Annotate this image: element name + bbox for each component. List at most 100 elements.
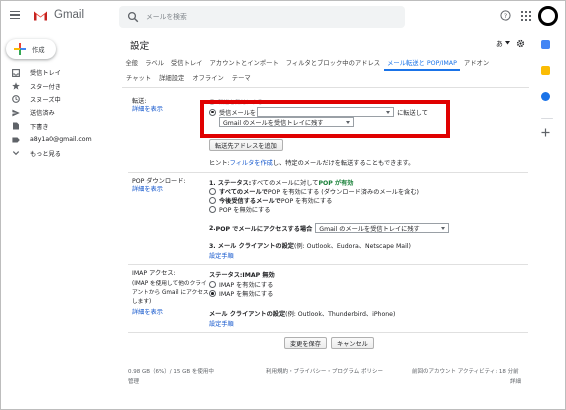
tab-general[interactable]: 全般	[122, 56, 142, 71]
tabs-row-1: 全般 ラベル 受信トレイ アカウントとインポート フィルタとブロック中のアドレス…	[122, 56, 529, 71]
search-icon[interactable]	[127, 11, 139, 23]
add-addon-icon[interactable]	[541, 128, 550, 137]
tab-themes[interactable]: テーマ	[228, 71, 255, 87]
plus-icon	[14, 43, 26, 55]
gear-icon[interactable]	[516, 39, 525, 48]
imap-disable-radio[interactable]	[209, 290, 216, 297]
tab-labels[interactable]: ラベル	[142, 56, 168, 71]
caret-down-icon	[441, 226, 446, 230]
pop-option-new[interactable]: 今後受信するメールで POP を有効にする	[209, 196, 332, 205]
manage-storage-link[interactable]: 管理	[128, 377, 139, 385]
pop-opt2-bold: 今後受信するメールで	[219, 198, 281, 205]
chevron-down-icon	[12, 149, 20, 157]
settings-tabs: 全般 ラベル 受信トレイ アカウントとインポート フィルタとブロック中のアドレス…	[122, 56, 529, 88]
tab-offline[interactable]: オフライン	[188, 71, 227, 87]
pop-status-value: POP が有効	[318, 180, 354, 187]
activity-details-link[interactable]: 詳細	[510, 377, 521, 385]
sidebar-item-snoozed[interactable]: スヌーズ中	[0, 93, 118, 106]
section-divider	[128, 172, 528, 173]
sidebar-item-label: 下書き	[30, 123, 49, 131]
svg-text:?: ?	[504, 12, 507, 20]
cancel-button[interactable]: キャンセル	[330, 337, 374, 349]
imap-status-prefix: ステータス:	[209, 272, 243, 279]
add-forwarding-address-button[interactable]: 転送先アドレスを追加	[209, 139, 283, 151]
terms-privacy-links[interactable]: 利用規約・プライバシー・プログラム ポリシー	[266, 367, 383, 375]
pop-opt1-rest: POP を有効にする (ダウンロード済みのメールを含む)	[267, 189, 419, 196]
hamburger-menu-icon[interactable]	[10, 11, 20, 20]
create-filter-link[interactable]: フィルタを作成	[230, 158, 273, 167]
pop-disable-radio[interactable]	[209, 206, 216, 213]
imap-desc-2: アントから Gmail にアクセス	[132, 290, 209, 296]
tab-chat[interactable]: チャット	[122, 71, 155, 87]
pop-setup-row: 設定手順	[209, 251, 234, 260]
pop-new-radio[interactable]	[209, 197, 216, 204]
pop-option-disable[interactable]: POP を無効にする	[209, 205, 271, 214]
sidebar-item-label: もっと見る	[30, 150, 61, 158]
imap-client-rest: (例: Outlook、Thunderbird、iPhone)	[285, 311, 396, 318]
hint-suffix: し、特定のメールだけを転送することもできます。	[272, 160, 415, 167]
pop-setup-link[interactable]: 設定手順	[209, 251, 234, 260]
pop-opt1-bold: すべてのメールで	[219, 189, 268, 196]
sidebar-item-label: 受信トレイ	[30, 70, 61, 78]
star-icon	[12, 82, 20, 90]
gmail-logo-icon[interactable]	[33, 10, 48, 21]
page-title: 設定	[130, 41, 150, 52]
imap-client-bold: メール クライアントの設定	[209, 311, 286, 318]
pop-status-mid: すべてのメールに対して	[251, 180, 319, 187]
language-input-selector[interactable]: あ	[496, 38, 525, 48]
pop-all-radio[interactable]	[209, 188, 216, 195]
imap-enable-text: IMAP を有効にする	[219, 282, 274, 289]
forwarding-learn-more-link[interactable]: 詳細を表示	[132, 106, 163, 114]
pop-action-select[interactable]: Gmail のメールを受信トレイに残す	[315, 223, 450, 233]
sidebar-item-account-label[interactable]: a8y1a0@gmail.com	[0, 133, 118, 146]
save-changes-button[interactable]: 変更を保存	[284, 337, 327, 349]
tab-filters-blocked[interactable]: フィルタとブロック中のアドレス	[282, 56, 383, 71]
tabs-row-2: チャット 詳細設定 オフライン テーマ	[122, 71, 529, 87]
tab-addons[interactable]: アドオン	[460, 56, 492, 71]
imap-learn-more-link[interactable]: 詳細を表示	[132, 309, 163, 317]
side-panel-rail	[541, 40, 553, 139]
calendar-icon[interactable]	[541, 40, 550, 49]
help-icon[interactable]: ?	[500, 10, 511, 21]
imap-setup-row: 設定手順	[209, 319, 234, 328]
storage-usage: 0.98 GB（6%）/ 15 GB を使用中	[128, 369, 214, 375]
pop-option-all[interactable]: すべてのメールで POP を有効にする (ダウンロード済みのメールを含む)	[209, 187, 419, 196]
tasks-icon[interactable]	[541, 92, 550, 101]
hint-prefix: ヒント:	[209, 160, 230, 167]
imap-status-value: IMAP 無効	[242, 272, 275, 279]
sidebar-item-drafts[interactable]: 下書き	[0, 120, 118, 133]
imap-enable-radio[interactable]	[209, 281, 216, 288]
imap-disable-text: IMAP を無効にする	[219, 291, 274, 298]
sidebar-item-starred[interactable]: スター付き	[0, 79, 118, 92]
sidebar-nav: 受信トレイ スター付き スヌーズ中 送信済み 下書き a8y1a0@gmail.…	[0, 66, 118, 160]
keep-icon[interactable]	[541, 66, 550, 75]
account-avatar[interactable]	[538, 6, 558, 26]
form-actions: 変更を保存 キャンセル	[284, 337, 374, 349]
tab-advanced[interactable]: 詳細設定	[155, 71, 188, 87]
tab-inbox[interactable]: 受信トレイ	[167, 56, 205, 71]
imap-setup-link[interactable]: 設定手順	[209, 319, 234, 328]
search-bar	[119, 6, 405, 28]
section-divider	[128, 332, 528, 333]
pop-step3-bold: 3. メール クライアントの設定	[209, 243, 294, 250]
last-activity: 前回のアカウント アクティビティ: 18 分前	[412, 369, 519, 375]
inbox-icon	[12, 68, 20, 77]
search-input[interactable]	[146, 9, 386, 25]
pop-step2: 2. POP でメールにアクセスする場合 Gmail のメールを受信トレイに残す	[209, 223, 450, 233]
imap-label: IMAP アクセス:	[132, 270, 176, 277]
sidebar-item-label: a8y1a0@gmail.com	[30, 136, 92, 144]
draft-icon	[12, 122, 20, 130]
apps-grid-icon[interactable]	[521, 11, 531, 21]
sidebar-item-inbox[interactable]: 受信トレイ	[0, 66, 118, 79]
app-name: Gmail	[54, 9, 85, 21]
imap-option-disable[interactable]: IMAP を無効にする	[209, 289, 273, 298]
imap-status: ステータス: IMAP 無効	[209, 270, 275, 279]
tab-forwarding-pop-imap[interactable]: メール転送と POP/IMAP	[383, 56, 461, 71]
tab-accounts-import[interactable]: アカウントとインポート	[206, 56, 282, 71]
compose-button[interactable]: 作成	[6, 39, 56, 59]
sidebar-item-sent[interactable]: 送信済み	[0, 106, 118, 119]
sidebar-item-more[interactable]: もっと見る	[0, 146, 118, 159]
sidebar-item-label: スター付き	[30, 83, 61, 91]
pop-learn-more-link[interactable]: 詳細を表示	[132, 186, 163, 194]
imap-option-enable[interactable]: IMAP を有効にする	[209, 280, 273, 289]
